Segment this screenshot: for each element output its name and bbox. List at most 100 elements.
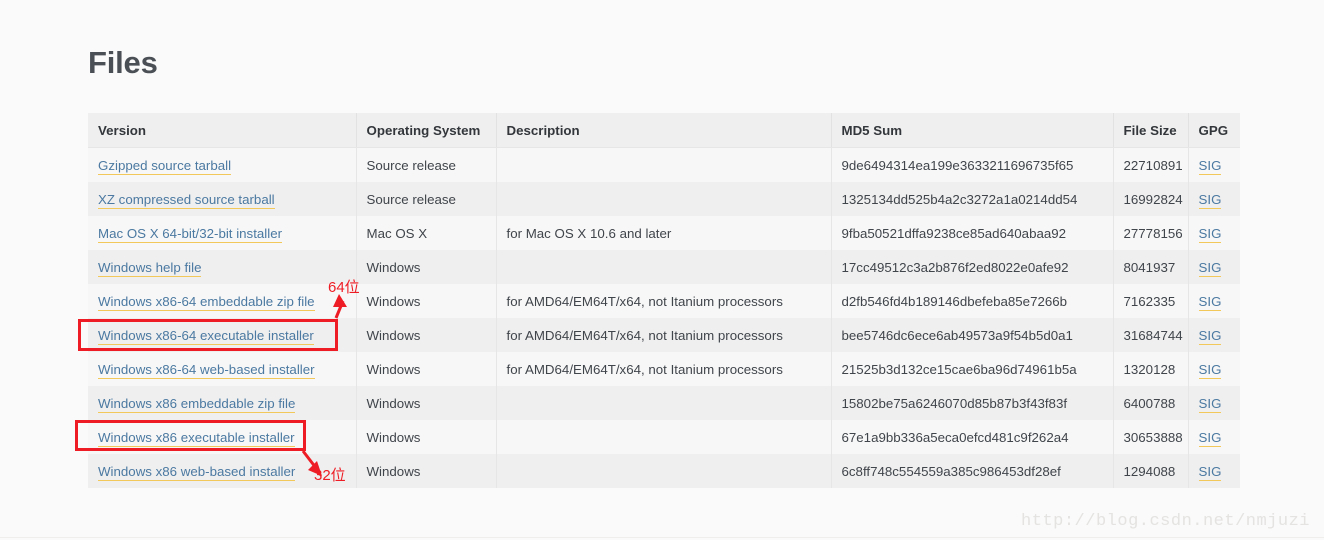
cell-gpg: SIG: [1188, 284, 1240, 318]
version-download-link[interactable]: Windows x86-64 web-based installer: [98, 362, 315, 379]
gpg-sig-link[interactable]: SIG: [1199, 396, 1222, 413]
cell-operating-system: Windows: [356, 284, 496, 318]
cell-version: Windows x86 embeddable zip file: [88, 386, 356, 420]
cell-gpg: SIG: [1188, 148, 1240, 183]
files-table: Version Operating System Description MD5…: [88, 113, 1240, 488]
cell-gpg: SIG: [1188, 318, 1240, 352]
version-download-link[interactable]: Mac OS X 64-bit/32-bit installer: [98, 226, 282, 243]
cell-operating-system: Windows: [356, 352, 496, 386]
version-download-link[interactable]: Windows x86 web-based installer: [98, 464, 295, 481]
table-row: Windows help file Windows 17cc49512c3a2b87…: [88, 250, 1240, 284]
column-header-md5-sum: MD5 Sum: [831, 113, 1113, 148]
cell-operating-system: Windows: [356, 250, 496, 284]
gpg-sig-link[interactable]: SIG: [1199, 362, 1222, 379]
gpg-sig-link[interactable]: SIG: [1199, 260, 1222, 277]
cell-md5-sum: 21525b3d132ce15cae6ba96d74961b5a: [831, 352, 1113, 386]
watermark: http://blog.csdn.net/nmjuzi: [1021, 512, 1310, 531]
version-download-link[interactable]: Windows help file: [98, 260, 201, 277]
cell-description: [496, 148, 831, 183]
files-page: Files Version Operating System Descripti…: [0, 0, 1324, 540]
table-row: Windows x86-64 executable installer Windo…: [88, 318, 1240, 352]
cell-version: Windows help file: [88, 250, 356, 284]
files-table-body: Gzipped source tarball Source release 9de6…: [88, 148, 1240, 489]
cell-version: Windows x86 web-based installer: [88, 454, 356, 488]
cell-gpg: SIG: [1188, 250, 1240, 284]
table-row: Gzipped source tarball Source release 9de6…: [88, 148, 1240, 183]
column-header-gpg: GPG: [1188, 113, 1240, 148]
cell-description: for AMD64/EM64T/x64, not Itanium process…: [496, 352, 831, 386]
table-row: XZ compressed source tarball Source relea…: [88, 182, 1240, 216]
cell-md5-sum: 15802be75a6246070d85b87b3f43f83f: [831, 386, 1113, 420]
cell-operating-system: Windows: [356, 386, 496, 420]
table-row: Windows x86 web-based installer Windows 6c…: [88, 454, 1240, 488]
table-row: Windows x86 embeddable zip file Windows 15…: [88, 386, 1240, 420]
header-row: Version Operating System Description MD5…: [88, 113, 1240, 148]
cell-description: for Mac OS X 10.6 and later: [496, 216, 831, 250]
column-header-file-size: File Size: [1113, 113, 1188, 148]
cell-operating-system: Source release: [356, 148, 496, 183]
cell-gpg: SIG: [1188, 420, 1240, 454]
cell-md5-sum: 17cc49512c3a2b876f2ed8022e0afe92: [831, 250, 1113, 284]
cell-description: [496, 386, 831, 420]
cell-gpg: SIG: [1188, 454, 1240, 488]
cell-file-size: 7162335: [1113, 284, 1188, 318]
cell-description: for AMD64/EM64T/x64, not Itanium process…: [496, 318, 831, 352]
cell-gpg: SIG: [1188, 182, 1240, 216]
table-row: Mac OS X 64-bit/32-bit installer Mac OS X…: [88, 216, 1240, 250]
cell-file-size: 31684744: [1113, 318, 1188, 352]
table-row: Windows x86-64 embeddable zip file Window…: [88, 284, 1240, 318]
cell-operating-system: Windows: [356, 318, 496, 352]
cell-file-size: 1294088: [1113, 454, 1188, 488]
bottom-divider: [0, 537, 1324, 538]
table-row: Windows x86-64 web-based installer Window…: [88, 352, 1240, 386]
gpg-sig-link[interactable]: SIG: [1199, 226, 1222, 243]
cell-version: XZ compressed source tarball: [88, 182, 356, 216]
files-table-container: Version Operating System Description MD5…: [88, 113, 1240, 488]
gpg-sig-link[interactable]: SIG: [1199, 328, 1222, 345]
cell-gpg: SIG: [1188, 386, 1240, 420]
cell-md5-sum: 67e1a9bb336a5eca0efcd481c9f262a4: [831, 420, 1113, 454]
cell-description: [496, 454, 831, 488]
cell-md5-sum: bee5746dc6ece6ab49573a9f54b5d0a1: [831, 318, 1113, 352]
cell-version: Windows x86 executable installer: [88, 420, 356, 454]
page-title: Files: [88, 44, 158, 82]
column-header-operating-system: Operating System: [356, 113, 496, 148]
gpg-sig-link[interactable]: SIG: [1199, 158, 1222, 175]
cell-operating-system: Windows: [356, 420, 496, 454]
cell-md5-sum: 6c8ff748c554559a385c986453df28ef: [831, 454, 1113, 488]
cell-operating-system: Mac OS X: [356, 216, 496, 250]
cell-version: Mac OS X 64-bit/32-bit installer: [88, 216, 356, 250]
version-download-link[interactable]: Windows x86 embeddable zip file: [98, 396, 295, 413]
cell-file-size: 8041937: [1113, 250, 1188, 284]
version-download-link[interactable]: Gzipped source tarball: [98, 158, 231, 175]
cell-operating-system: Source release: [356, 182, 496, 216]
cell-gpg: SIG: [1188, 352, 1240, 386]
cell-version: Windows x86-64 web-based installer: [88, 352, 356, 386]
cell-operating-system: Windows: [356, 454, 496, 488]
table-row: Windows x86 executable installer Windows 6…: [88, 420, 1240, 454]
cell-file-size: 22710891: [1113, 148, 1188, 183]
version-download-link[interactable]: XZ compressed source tarball: [98, 192, 275, 209]
cell-description: [496, 420, 831, 454]
version-download-link[interactable]: Windows x86-64 embeddable zip file: [98, 294, 315, 311]
cell-file-size: 1320128: [1113, 352, 1188, 386]
cell-md5-sum: 1325134dd525b4a2c3272a1a0214dd54: [831, 182, 1113, 216]
cell-file-size: 6400788: [1113, 386, 1188, 420]
cell-version: Gzipped source tarball: [88, 148, 356, 183]
cell-md5-sum: 9de6494314ea199e3633211696735f65: [831, 148, 1113, 183]
column-header-version: Version: [88, 113, 356, 148]
cell-file-size: 30653888: [1113, 420, 1188, 454]
cell-description: [496, 250, 831, 284]
cell-file-size: 16992824: [1113, 182, 1188, 216]
version-download-link[interactable]: Windows x86 executable installer: [98, 430, 295, 447]
cell-version: Windows x86-64 executable installer: [88, 318, 356, 352]
cell-description: [496, 182, 831, 216]
cell-md5-sum: d2fb546fd4b189146dbefeba85e7266b: [831, 284, 1113, 318]
gpg-sig-link[interactable]: SIG: [1199, 192, 1222, 209]
cell-file-size: 27778156: [1113, 216, 1188, 250]
gpg-sig-link[interactable]: SIG: [1199, 464, 1222, 481]
gpg-sig-link[interactable]: SIG: [1199, 294, 1222, 311]
cell-version: Windows x86-64 embeddable zip file: [88, 284, 356, 318]
version-download-link[interactable]: Windows x86-64 executable installer: [98, 328, 314, 345]
gpg-sig-link[interactable]: SIG: [1199, 430, 1222, 447]
